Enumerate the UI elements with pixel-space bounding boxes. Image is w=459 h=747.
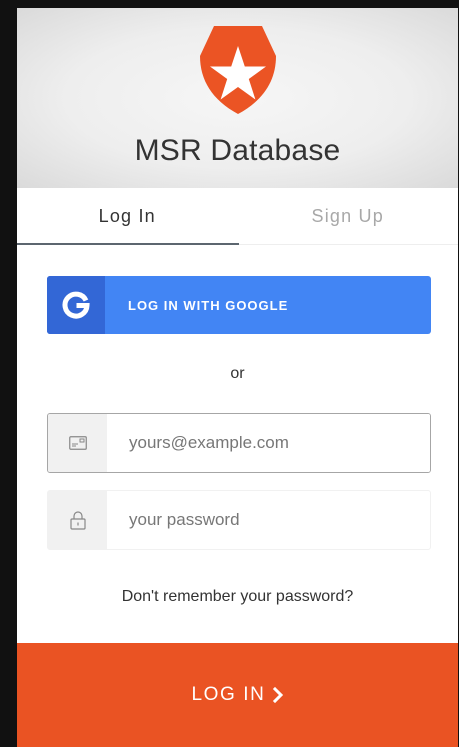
- envelope-icon: [68, 436, 87, 450]
- login-submit-label: LOG IN: [191, 684, 266, 705]
- chevron-right-icon: [272, 687, 284, 703]
- google-icon-box: [47, 276, 105, 334]
- tab-log-in[interactable]: Log In: [17, 188, 238, 244]
- forgot-password-link[interactable]: Don't remember your password?: [17, 588, 458, 606]
- email-input[interactable]: [107, 414, 430, 472]
- password-icon-box: [48, 491, 107, 549]
- auth0-star-shield-icon: [200, 26, 276, 114]
- lock-icon: [69, 511, 86, 530]
- app-title: MSR Database: [134, 134, 341, 167]
- window-frame: MSR Database Log In Sign Up LOG IN WITH …: [0, 0, 459, 747]
- google-login-button[interactable]: LOG IN WITH GOOGLE: [47, 276, 431, 334]
- active-tab-indicator: [17, 243, 239, 245]
- login-header: MSR Database: [17, 8, 458, 188]
- or-separator: or: [230, 365, 245, 382]
- password-field: [47, 490, 431, 550]
- tab-sign-up[interactable]: Sign Up: [238, 188, 459, 244]
- google-login-label: LOG IN WITH GOOGLE: [128, 297, 289, 313]
- google-g-icon: [62, 291, 90, 319]
- password-input[interactable]: [107, 491, 430, 549]
- login-submit-button[interactable]: LOG IN: [17, 643, 458, 747]
- auth-tabs: Log In Sign Up: [17, 188, 458, 245]
- email-icon-box: [48, 414, 107, 472]
- email-field: [47, 413, 431, 473]
- login-widget: MSR Database Log In Sign Up LOG IN WITH …: [17, 8, 458, 747]
